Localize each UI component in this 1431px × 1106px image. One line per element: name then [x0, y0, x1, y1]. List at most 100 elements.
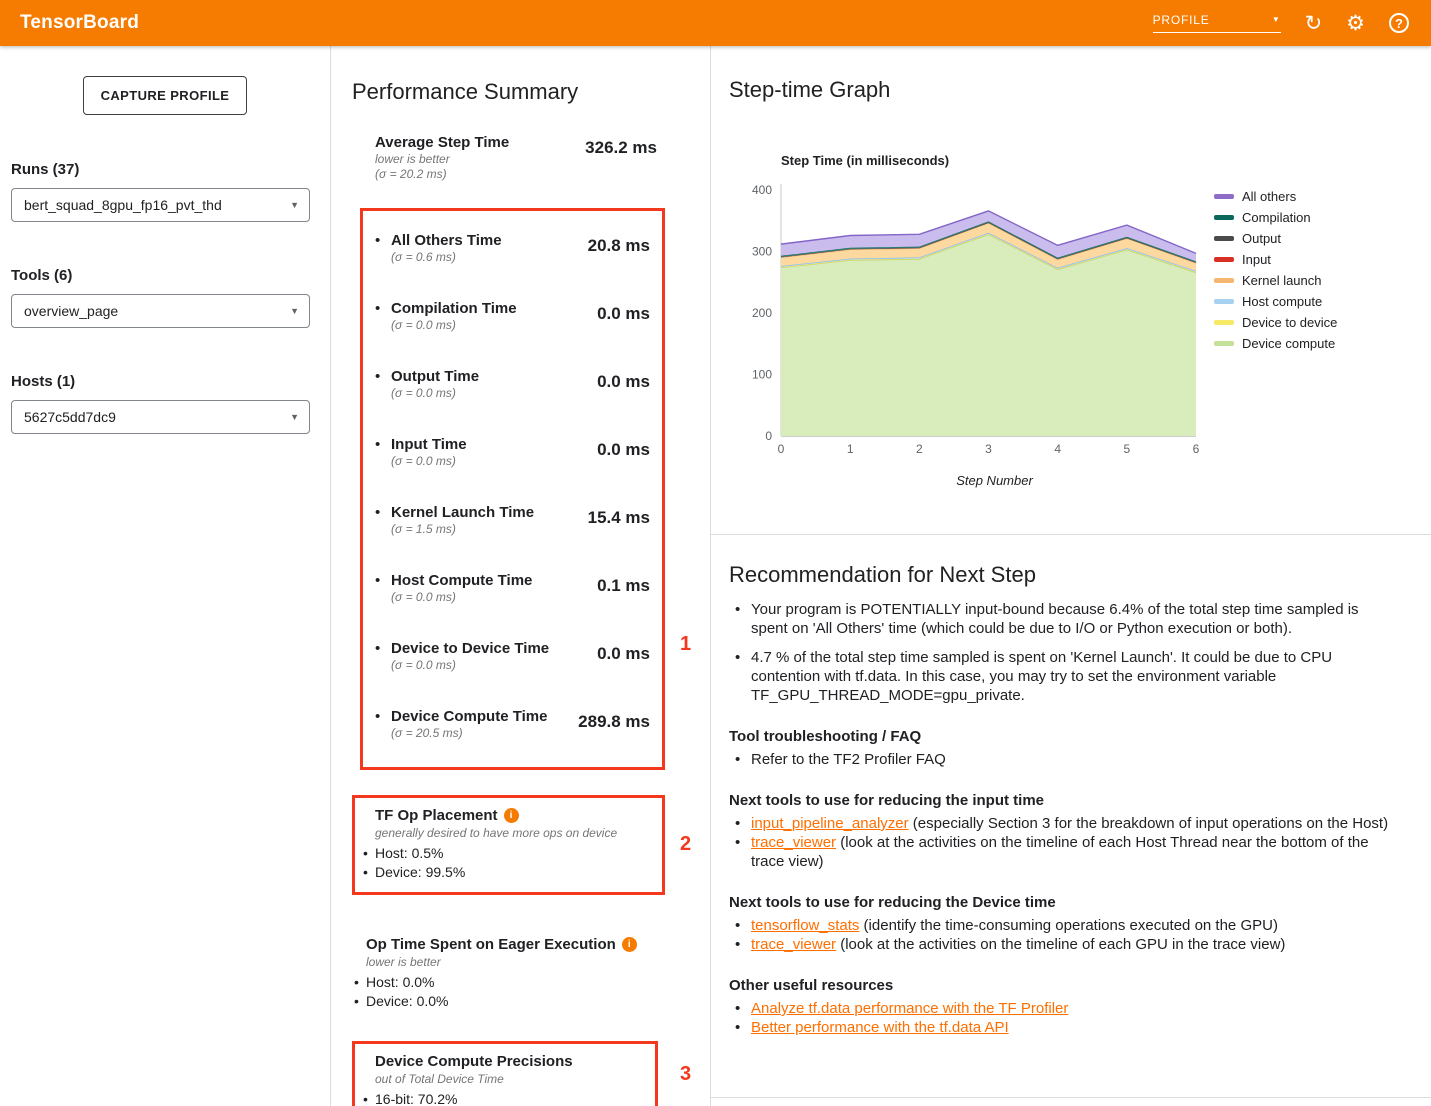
- step-time-chart: 01002003004000123456: [735, 174, 1200, 459]
- legend-label: Input: [1242, 252, 1271, 267]
- legend-item-device-compute[interactable]: Device compute: [1214, 335, 1337, 351]
- rec-section-resources: Other useful resources Analyze tf.data p…: [729, 976, 1411, 1037]
- bullet-text: (look at the activities on the timeline …: [836, 936, 1285, 953]
- runs-label: Runs (37): [11, 161, 310, 178]
- legend-label: Output: [1242, 231, 1281, 246]
- legend-swatch: [1214, 320, 1234, 325]
- hosts-field-group: Hosts (1) 5627c5dd7dc9 ▼: [11, 373, 310, 434]
- svg-text:5: 5: [1123, 442, 1130, 456]
- trace-viewer-link[interactable]: trace_viewer: [751, 834, 836, 851]
- legend-label: Kernel launch: [1242, 273, 1322, 288]
- metric-value: 20.8 ms: [588, 236, 650, 265]
- chevron-down-icon: ▼: [1272, 16, 1281, 24]
- legend-item-device-to-device[interactable]: Device to device: [1214, 314, 1337, 330]
- rec-section-device-time: Next tools to use for reducing the Devic…: [729, 893, 1411, 954]
- input-pipeline-analyzer-link[interactable]: input_pipeline_analyzer: [751, 815, 909, 832]
- trace-viewer-link[interactable]: trace_viewer: [751, 936, 836, 953]
- dashboard-select-value: PROFILE: [1153, 13, 1210, 27]
- help-icon[interactable]: ?: [1389, 13, 1409, 33]
- bullet-text: (especially Section 3 for the breakdown …: [909, 815, 1388, 832]
- recommendation-bullet: Refer to the TF2 Profiler FAQ: [729, 750, 1397, 769]
- runs-select[interactable]: bert_squad_8gpu_fp16_pvt_thd ▼: [11, 188, 310, 222]
- hosts-select[interactable]: 5627c5dd7dc9 ▼: [11, 400, 310, 434]
- tools-field-group: Tools (6) overview_page ▼: [11, 267, 310, 328]
- metric-row: • Compilation Time (σ = 0.0 ms) 0.0 ms: [375, 285, 650, 353]
- hosts-label: Hosts (1): [11, 373, 310, 390]
- metric-label: Kernel Launch Time: [391, 503, 588, 522]
- section-heading: Next tools to use for reducing the Devic…: [729, 893, 1411, 912]
- legend-swatch: [1214, 299, 1234, 304]
- svg-text:0: 0: [765, 429, 772, 443]
- precisions-note: out of Total Device Time: [375, 1072, 645, 1087]
- legend-item-all-others[interactable]: All others: [1214, 188, 1337, 204]
- runs-field-group: Runs (37) bert_squad_8gpu_fp16_pvt_thd ▼: [11, 161, 310, 222]
- tools-select[interactable]: overview_page ▼: [11, 294, 310, 328]
- right-column: Step-time Graph Step Time (in millisecon…: [711, 46, 1431, 1106]
- metric-row: • Host Compute Time (σ = 0.0 ms) 0.1 ms: [375, 557, 650, 625]
- dashboard-select[interactable]: PROFILE ▼: [1153, 13, 1281, 33]
- capture-profile-button[interactable]: CAPTURE PROFILE: [83, 76, 248, 115]
- metric-sigma: (σ = 0.0 ms): [391, 658, 597, 673]
- recommendation-title: Recommendation for Next Step: [729, 562, 1411, 588]
- page-content: CAPTURE PROFILE Runs (37) bert_squad_8gp…: [0, 46, 1431, 1106]
- metric-row: • All Others Time (σ = 0.6 ms) 20.8 ms: [375, 217, 650, 285]
- legend-item-compilation[interactable]: Compilation: [1214, 209, 1337, 225]
- info-icon[interactable]: i: [622, 937, 637, 952]
- metrics-box: • All Others Time (σ = 0.6 ms) 20.8 ms •…: [360, 208, 665, 770]
- recommendation-bullet: tensorflow_stats (identify the time-cons…: [729, 916, 1397, 935]
- legend-item-host-compute[interactable]: Host compute: [1214, 293, 1337, 309]
- legend-label: Device compute: [1242, 336, 1335, 351]
- step-time-graph-panel: Step-time Graph Step Time (in millisecon…: [711, 46, 1431, 535]
- tfdata-performance-link[interactable]: Analyze tf.data performance with the TF …: [751, 1000, 1068, 1017]
- legend-item-output[interactable]: Output: [1214, 230, 1337, 246]
- section-heading: Other useful resources: [729, 976, 1411, 995]
- legend-swatch: [1214, 236, 1234, 241]
- eager-execution-title: Op Time Spent on Eager Execution: [366, 935, 616, 954]
- legend-label: Compilation: [1242, 210, 1311, 225]
- metric-value: 15.4 ms: [588, 508, 650, 537]
- recommendation-bullet: input_pipeline_analyzer (especially Sect…: [729, 814, 1397, 833]
- tensorflow-stats-link[interactable]: tensorflow_stats: [751, 917, 859, 934]
- tfdata-api-link[interactable]: Better performance with the tf.data API: [751, 1019, 1009, 1036]
- legend-swatch: [1214, 278, 1234, 283]
- bullet-text: (look at the activities on the timeline …: [751, 834, 1369, 870]
- topbar: TensorBoard PROFILE ▼ ↻ ⚙ ?: [0, 0, 1431, 46]
- legend-swatch: [1214, 215, 1234, 220]
- metric-sigma: (σ = 0.0 ms): [391, 318, 597, 333]
- device-compute-precisions-block: Device Compute Precisions out of Total D…: [352, 1041, 658, 1106]
- tf-op-placement-block: TF Op Placement i generally desired to h…: [352, 795, 665, 895]
- tf-op-placement-note: generally desired to have more ops on de…: [375, 826, 652, 841]
- settings-gear-icon[interactable]: ⚙: [1346, 13, 1365, 34]
- legend-item-kernel-launch[interactable]: Kernel launch: [1214, 272, 1337, 288]
- tools-select-value: overview_page: [24, 303, 118, 319]
- metric-value: 0.0 ms: [597, 372, 650, 401]
- legend-item-input[interactable]: Input: [1214, 251, 1337, 267]
- chart-x-axis-caption: Step Number: [741, 473, 1206, 488]
- recommendation-bullet: Your program is POTENTIALLY input-bound …: [729, 600, 1397, 638]
- bullet-text: (identify the time-consuming operations …: [859, 917, 1278, 934]
- legend-swatch: [1214, 341, 1234, 346]
- tools-label: Tools (6): [11, 267, 310, 284]
- app-title: TensorBoard: [20, 12, 139, 34]
- svg-text:4: 4: [1054, 442, 1061, 456]
- metric-row: • Output Time (σ = 0.0 ms) 0.0 ms: [375, 353, 650, 421]
- metric-sigma: (σ = 0.0 ms): [391, 590, 597, 605]
- metric-value: 0.0 ms: [597, 304, 650, 333]
- svg-text:0: 0: [778, 442, 785, 456]
- metric-sigma: (σ = 0.0 ms): [391, 386, 597, 401]
- metric-value: 0.0 ms: [597, 440, 650, 469]
- recommendation-bullet: Analyze tf.data performance with the TF …: [729, 999, 1397, 1018]
- metric-value: 289.8 ms: [578, 712, 650, 741]
- refresh-icon[interactable]: ↻: [1305, 13, 1323, 34]
- metric-sigma: (σ = 1.5 ms): [391, 522, 588, 537]
- recommendation-panel: Recommendation for Next Step Your progra…: [711, 535, 1431, 1098]
- average-step-time-sigma: (σ = 20.2 ms): [375, 167, 509, 182]
- hosts-select-value: 5627c5dd7dc9: [24, 409, 116, 425]
- topbar-actions: PROFILE ▼ ↻ ⚙ ?: [1153, 13, 1409, 34]
- svg-text:200: 200: [752, 306, 772, 320]
- info-icon[interactable]: i: [504, 808, 519, 823]
- svg-text:3: 3: [985, 442, 992, 456]
- tf-op-placement-title: TF Op Placement: [375, 806, 498, 825]
- bullet-dot: •: [375, 231, 391, 265]
- precisions-title: Device Compute Precisions: [375, 1052, 573, 1071]
